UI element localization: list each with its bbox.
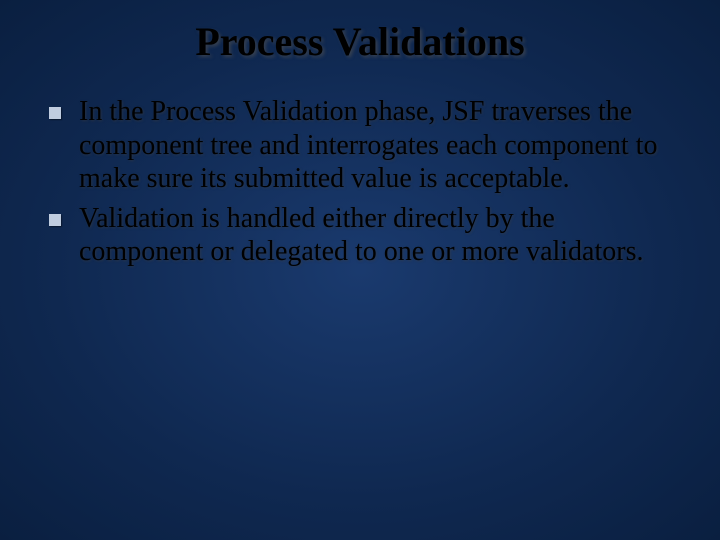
slide: Process Validations In the Process Valid… xyxy=(0,0,720,540)
bullet-text: In the Process Validation phase, JSF tra… xyxy=(79,96,657,194)
bullet-item: In the Process Validation phase, JSF tra… xyxy=(45,95,675,196)
square-bullet-icon xyxy=(49,214,61,226)
bullet-list: In the Process Validation phase, JSF tra… xyxy=(45,95,675,269)
slide-title: Process Validations xyxy=(45,18,675,65)
square-bullet-icon xyxy=(49,107,61,119)
bullet-item: Validation is handled either directly by… xyxy=(45,202,675,269)
bullet-text: Validation is handled either directly by… xyxy=(79,203,643,268)
